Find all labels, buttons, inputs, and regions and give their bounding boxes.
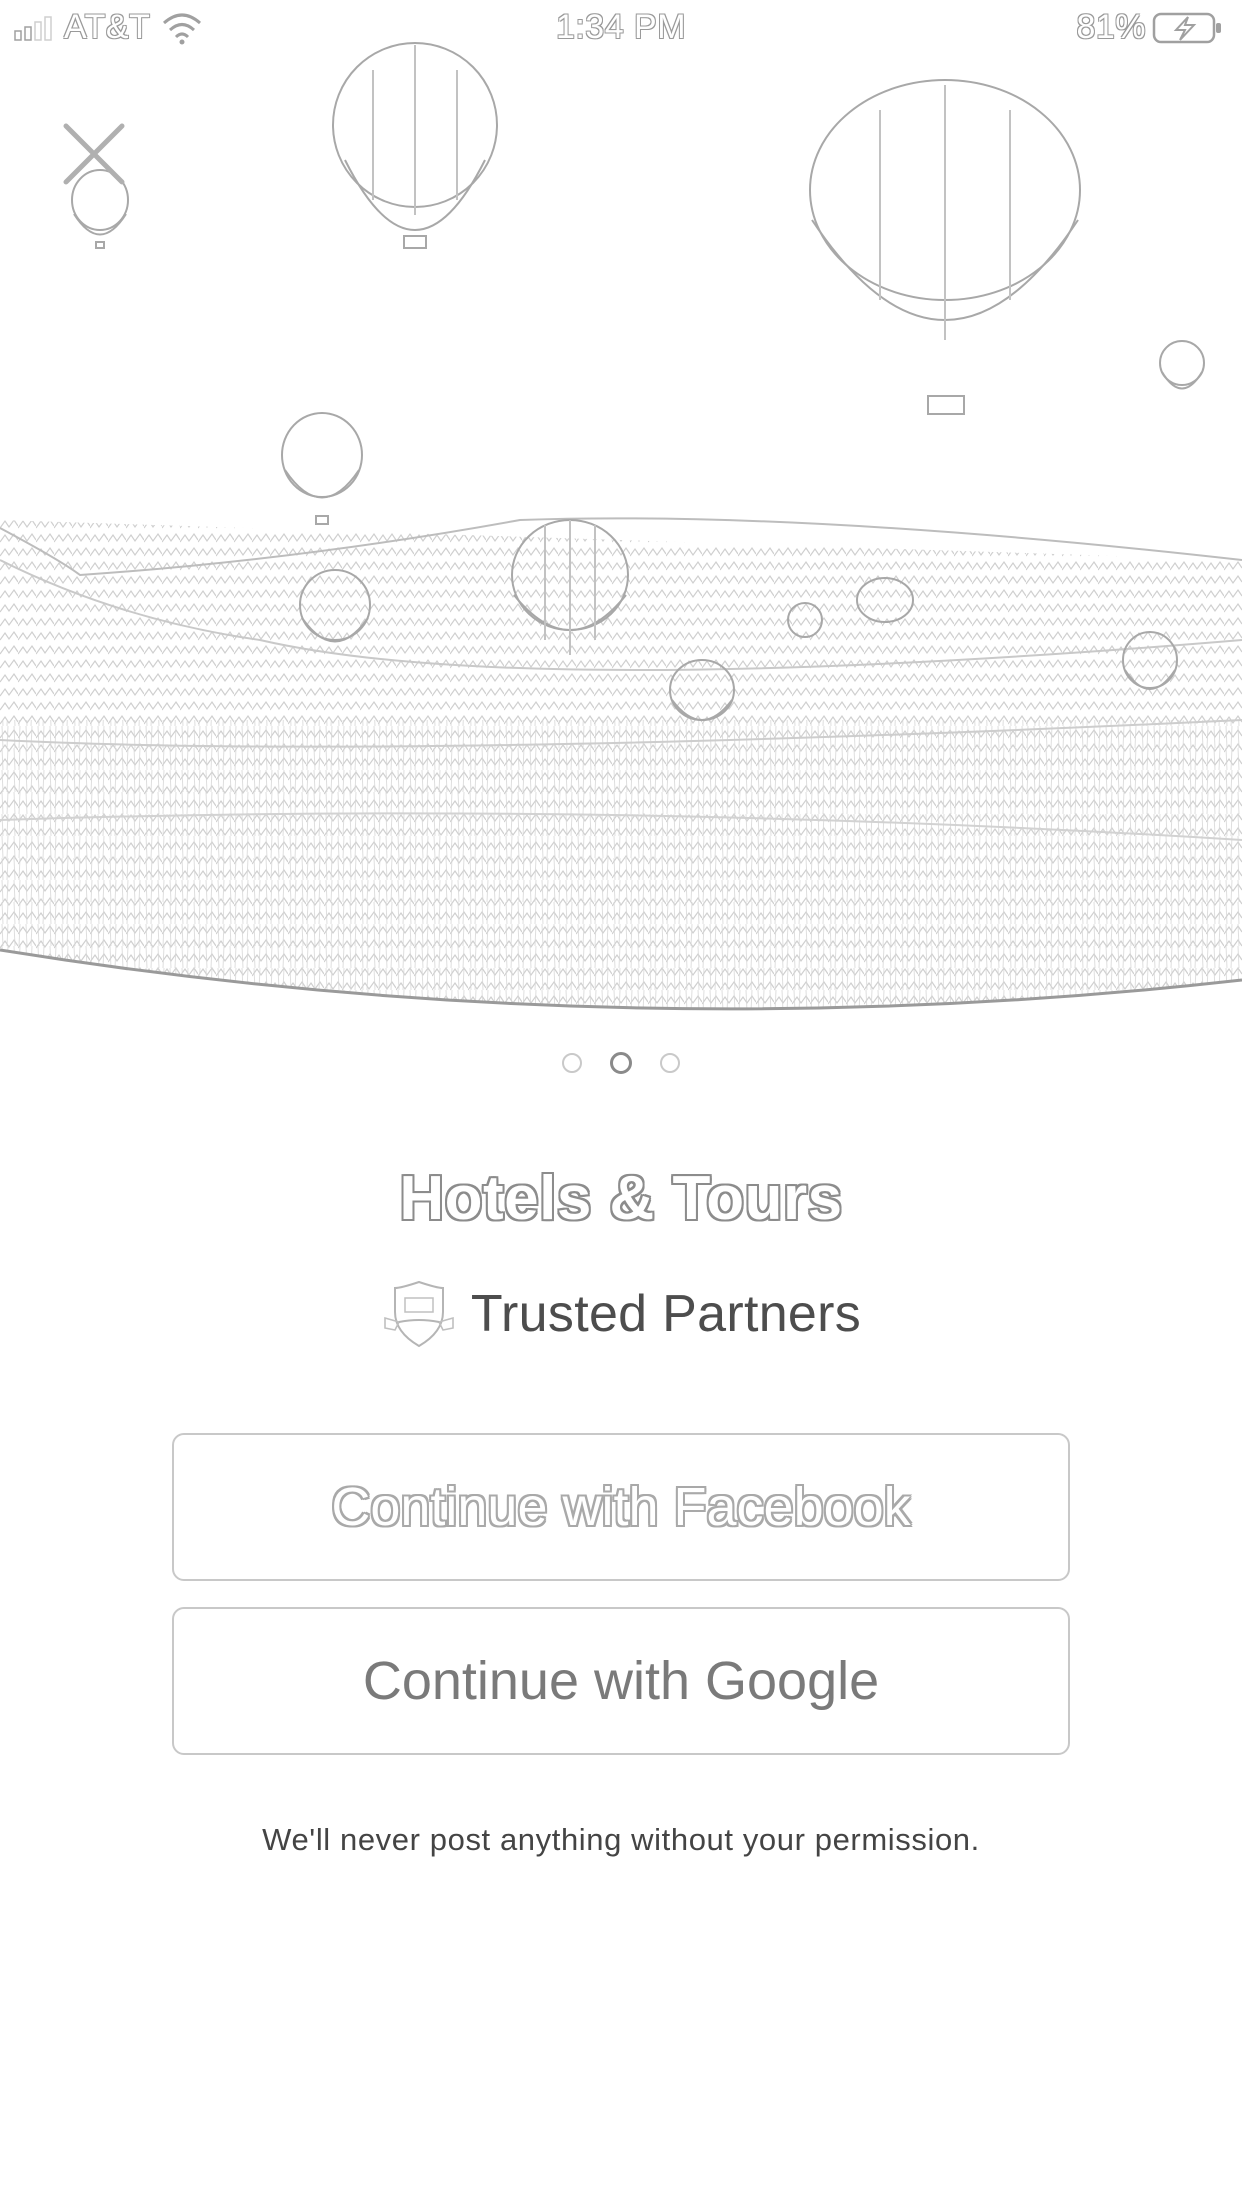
- continue-with-facebook-button[interactable]: Continue with Facebook: [172, 1433, 1070, 1581]
- google-button-label: Continue with Google: [362, 1651, 880, 1711]
- shield-badge-icon: [384, 1280, 454, 1348]
- continue-with-google-button[interactable]: Continue with Google: [172, 1607, 1070, 1755]
- status-bar: AT&T 1:34 PM 81%: [0, 0, 1242, 60]
- page-title: Hotels & Tours: [399, 1164, 843, 1233]
- close-button[interactable]: [58, 118, 130, 190]
- page-dot[interactable]: [562, 1053, 582, 1073]
- close-icon: [63, 123, 125, 185]
- page-dot-active[interactable]: [610, 1052, 632, 1074]
- battery-percent: 81%: [1076, 8, 1146, 46]
- clock: 1:34 PM: [555, 8, 687, 46]
- balloon-landscape-illustration: [0, 42, 1242, 1011]
- page-indicator: [0, 1052, 1242, 1074]
- trusted-partners-row: Trusted Partners: [0, 1278, 1242, 1350]
- facebook-button-label: Continue with Facebook: [331, 1477, 911, 1537]
- trusted-partners-label: Trusted Partners: [470, 1285, 862, 1343]
- permission-disclaimer: We'll never post anything without your p…: [262, 1822, 980, 1857]
- page-dot[interactable]: [660, 1053, 680, 1073]
- battery-charging-icon: [1152, 12, 1221, 43]
- hero-image: [0, 0, 1242, 1015]
